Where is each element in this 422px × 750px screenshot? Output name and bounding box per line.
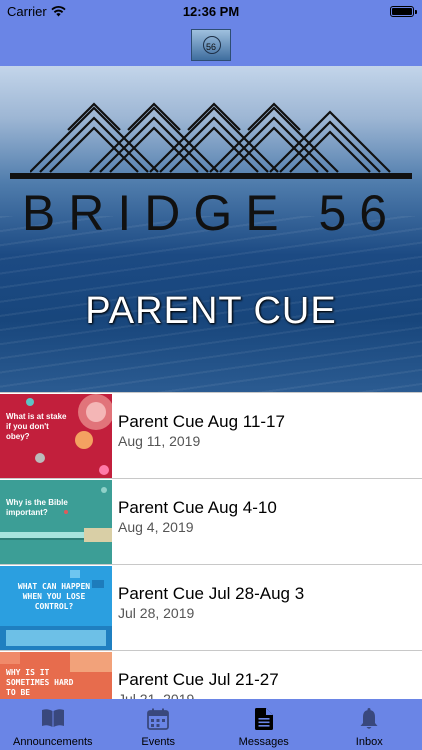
calendar-icon: [147, 708, 170, 730]
item-date: Aug 4, 2019: [118, 519, 194, 535]
battery-icon: [390, 6, 417, 17]
app-logo: 56: [191, 29, 231, 61]
bridge-logo-graphic: [30, 102, 391, 173]
item-date: Jul 28, 2019: [118, 605, 195, 621]
thumbnail-text: WHAT CAN HAPPEN WHEN YOU LOSE CONTROL?: [17, 582, 91, 611]
list-item[interactable]: What is at stake if you don't obey? Pare…: [0, 392, 422, 478]
item-title: Parent Cue Jul 28-Aug 3: [118, 584, 305, 603]
tab-label: Events: [141, 736, 176, 748]
document-icon: [254, 708, 273, 730]
tab-bar: Announcements Events Messages Inbox: [0, 699, 422, 750]
book-icon: [41, 709, 64, 727]
bell-icon: [360, 708, 378, 729]
message-list: What is at stake if you don't obey? Pare…: [0, 392, 422, 699]
list-item[interactable]: WHAT CAN HAPPEN WHEN YOU LOSE CONTROL? P…: [0, 564, 422, 650]
list-item[interactable]: Why is the Bible important? Parent Cue A…: [0, 478, 422, 564]
status-time: 12:36 PM: [182, 4, 240, 19]
tab-announcements[interactable]: Announcements: [0, 699, 106, 750]
header-banner: BRIDGE 56 PARENT CUE: [0, 66, 422, 392]
item-thumbnail: WHY IS IT SOMETIMES HARD TO BE: [0, 652, 112, 699]
status-bar: Carrier 12:36 PM: [0, 0, 422, 24]
thumbnail-text: WHY IS IT SOMETIMES HARD TO BE: [6, 668, 74, 697]
item-date: Aug 11, 2019: [118, 433, 201, 449]
tab-inbox[interactable]: Inbox: [317, 699, 422, 750]
tab-events[interactable]: Events: [106, 699, 212, 750]
item-date: Jul 21, 2019: [118, 691, 195, 699]
banner-subtitle: PARENT CUE: [85, 290, 337, 332]
item-title: Parent Cue Aug 4-10: [118, 498, 277, 517]
banner-title: BRIDGE 56: [21, 185, 401, 241]
tab-messages[interactable]: Messages: [211, 699, 317, 750]
item-thumbnail: WHAT CAN HAPPEN WHEN YOU LOSE CONTROL?: [0, 566, 112, 650]
item-title: Parent Cue Aug 11-17: [118, 412, 285, 431]
navigation-bar: 56: [0, 24, 422, 66]
tab-label: Inbox: [355, 736, 383, 748]
tab-label: Announcements: [13, 736, 93, 748]
thumbnail-text: Why is the Bible important?: [6, 498, 68, 517]
item-thumbnail: Why is the Bible important?: [0, 480, 112, 564]
logo-number: 56: [205, 42, 216, 52]
list-item[interactable]: WHY IS IT SOMETIMES HARD TO BE Parent Cu…: [0, 650, 422, 699]
tab-label: Messages: [238, 736, 289, 748]
thumbnail-text: What is at stake if you don't obey?: [6, 412, 67, 441]
item-thumbnail: What is at stake if you don't obey?: [0, 394, 112, 478]
item-title: Parent Cue Jul 21-27: [118, 670, 279, 689]
